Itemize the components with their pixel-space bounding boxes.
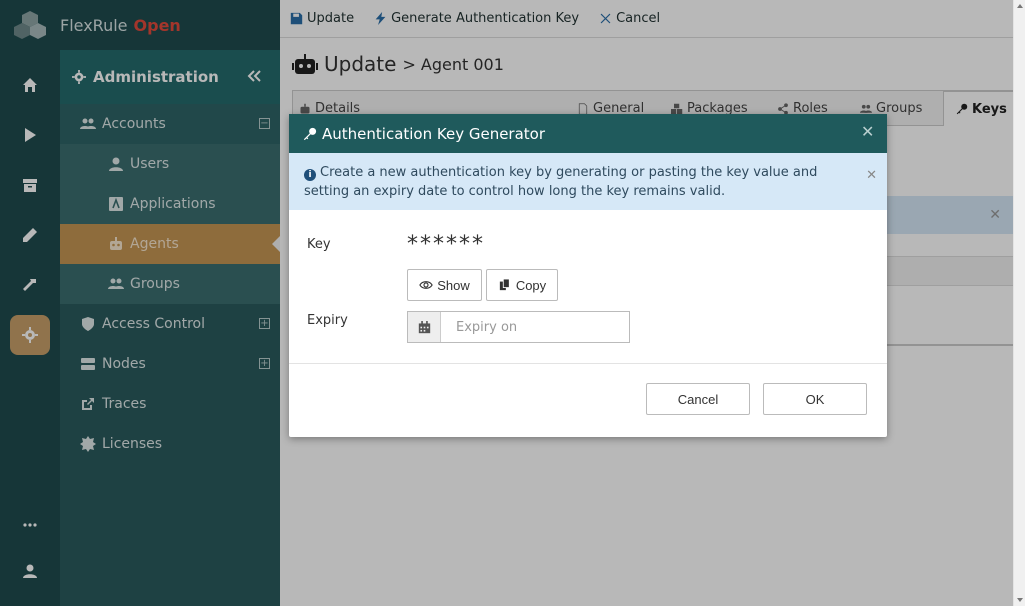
scroll-down-icon[interactable]	[1017, 598, 1023, 602]
ok-button[interactable]: OK	[763, 383, 867, 415]
cancel-button-label: Cancel	[677, 391, 719, 407]
dialog-divider	[289, 363, 887, 364]
auth-key-generator-dialog: Authentication Key Generator ✕ i Create a…	[289, 114, 887, 437]
key-value: ******	[407, 232, 485, 257]
info-icon: i	[304, 169, 316, 181]
dialog-header: Authentication Key Generator	[289, 114, 887, 153]
ok-button-label: OK	[805, 391, 825, 407]
scroll-up-icon[interactable]	[1017, 4, 1023, 8]
copy-icon	[499, 279, 510, 291]
alert-close-icon[interactable]: ✕	[866, 166, 877, 185]
copy-key-button[interactable]: Copy	[486, 269, 558, 301]
expiry-date-picker	[407, 311, 630, 343]
copy-key-button-label: Copy	[515, 277, 547, 293]
key-icon	[303, 127, 317, 140]
calendar-button[interactable]	[408, 312, 441, 342]
show-key-button-label: Show	[437, 277, 470, 293]
dialog-close-icon[interactable]: ✕	[861, 124, 875, 140]
cancel-button[interactable]: Cancel	[646, 383, 750, 415]
dialog-title: Authentication Key Generator	[322, 124, 546, 143]
key-label: Key	[307, 237, 331, 252]
calendar-icon	[418, 320, 430, 333]
info-alert: i Create a new authentication key by gene…	[289, 153, 887, 210]
show-key-button[interactable]: Show	[407, 269, 482, 301]
eye-icon	[419, 281, 434, 289]
scrollbar[interactable]	[1013, 0, 1025, 606]
expiry-label: Expiry	[307, 313, 348, 328]
expiry-input[interactable]	[441, 312, 629, 342]
info-alert-text: Create a new authentication key by gener…	[304, 165, 818, 199]
